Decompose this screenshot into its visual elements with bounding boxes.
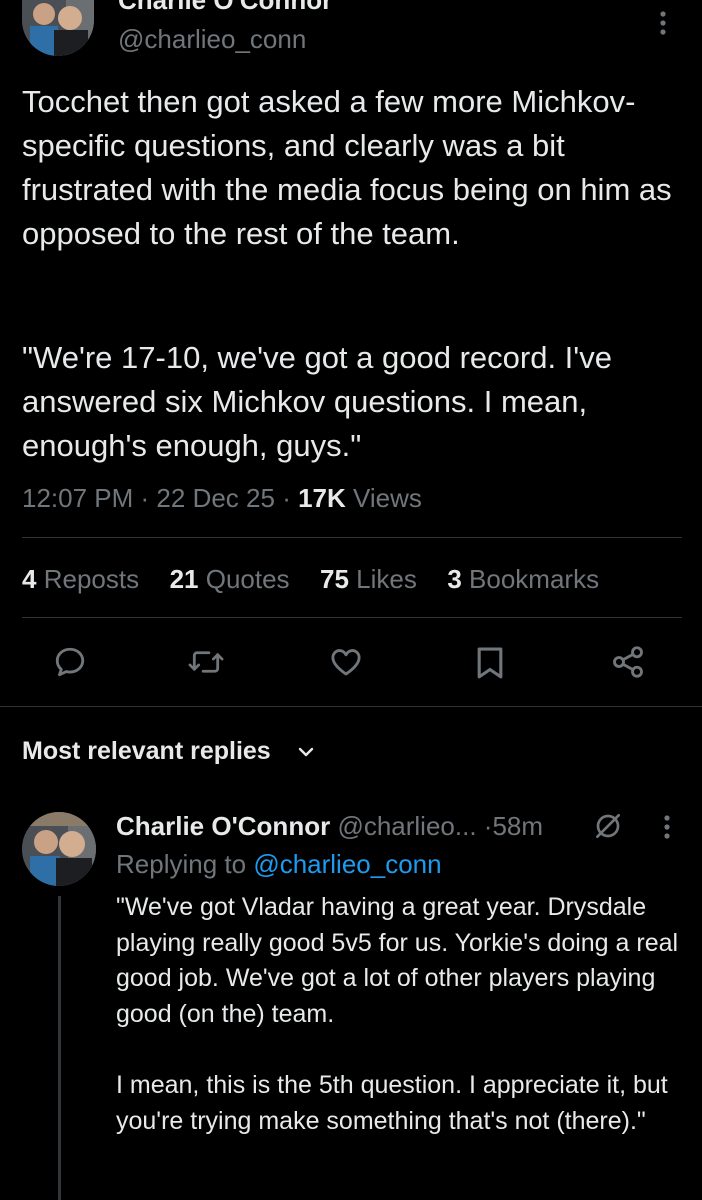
reply-author-avatar[interactable]: [22, 812, 96, 886]
reply-author-name[interactable]: Charlie O'Connor: [116, 811, 330, 841]
quotes-count: 21: [169, 564, 199, 594]
stats-row: 4 Reposts 21 Quotes 75 Likes 3 Bookmarks: [22, 562, 599, 596]
reposts-count: 4: [22, 564, 37, 594]
views-count: 17K: [298, 483, 346, 513]
post-date[interactable]: 22 Dec 25: [156, 483, 275, 513]
divider-actions: [0, 706, 702, 707]
chevron-down-icon[interactable]: [296, 742, 316, 762]
reply-more-options-icon[interactable]: [660, 814, 674, 844]
more-options-icon[interactable]: [656, 10, 670, 40]
repost-icon[interactable]: [187, 644, 225, 680]
post-text-paragraph-1: Tocchet then got asked a few more Michko…: [22, 84, 672, 251]
replies-sort-label[interactable]: Most relevant replies: [22, 735, 271, 767]
like-icon[interactable]: [328, 644, 364, 680]
reply-text-paragraph-1: "We've got Vladar having a great year. D…: [116, 893, 679, 1028]
replies-sort-text: Most relevant replies: [22, 737, 271, 765]
likes-label: Likes: [356, 564, 417, 594]
bookmarks-label: Bookmarks: [469, 564, 600, 594]
thread-line: [58, 896, 61, 1200]
views-label: Views: [353, 483, 422, 513]
likes-stat[interactable]: 75 Likes: [320, 564, 417, 594]
replying-to: Replying to @charlieo_conn: [116, 846, 442, 882]
bookmark-icon[interactable]: [473, 644, 507, 682]
quotes-stat[interactable]: 21 Quotes: [170, 564, 290, 594]
quotes-label: Quotes: [205, 564, 290, 594]
divider-stats-actions: [22, 617, 682, 618]
share-icon[interactable]: [610, 644, 646, 680]
bookmarks-stat[interactable]: 3 Bookmarks: [447, 564, 599, 594]
reply-time[interactable]: 58m: [492, 811, 543, 841]
author-handle[interactable]: @charlieo_conn: [118, 24, 306, 54]
reply-text-paragraph-2: I mean, this is the 5th question. I appr…: [116, 1071, 668, 1135]
author-avatar[interactable]: [22, 0, 94, 56]
post-meta: 12:07 PM · 22 Dec 25 · 17K Views: [22, 483, 422, 513]
reposts-label: Reposts: [43, 564, 140, 594]
post-text-paragraph-2: "We're 17-10, we've got a good record. I…: [22, 340, 612, 463]
reply-author-handle[interactable]: @charlieo...: [337, 811, 476, 841]
author-name[interactable]: Charlie O'Connor: [118, 0, 332, 14]
post-time[interactable]: 12:07 PM: [22, 483, 133, 513]
grok-icon[interactable]: [592, 810, 624, 842]
replying-to-prefix: Replying to: [116, 849, 247, 879]
replying-to-handle[interactable]: @charlieo_conn: [253, 849, 441, 879]
bookmarks-count: 3: [447, 564, 462, 594]
reply-icon[interactable]: [52, 644, 88, 680]
reply-header: Charlie O'Connor @charlieo... ·58m: [116, 808, 543, 844]
divider-top-stats: [22, 537, 682, 538]
likes-count: 75: [320, 564, 349, 594]
reposts-stat[interactable]: 4 Reposts: [22, 564, 139, 594]
